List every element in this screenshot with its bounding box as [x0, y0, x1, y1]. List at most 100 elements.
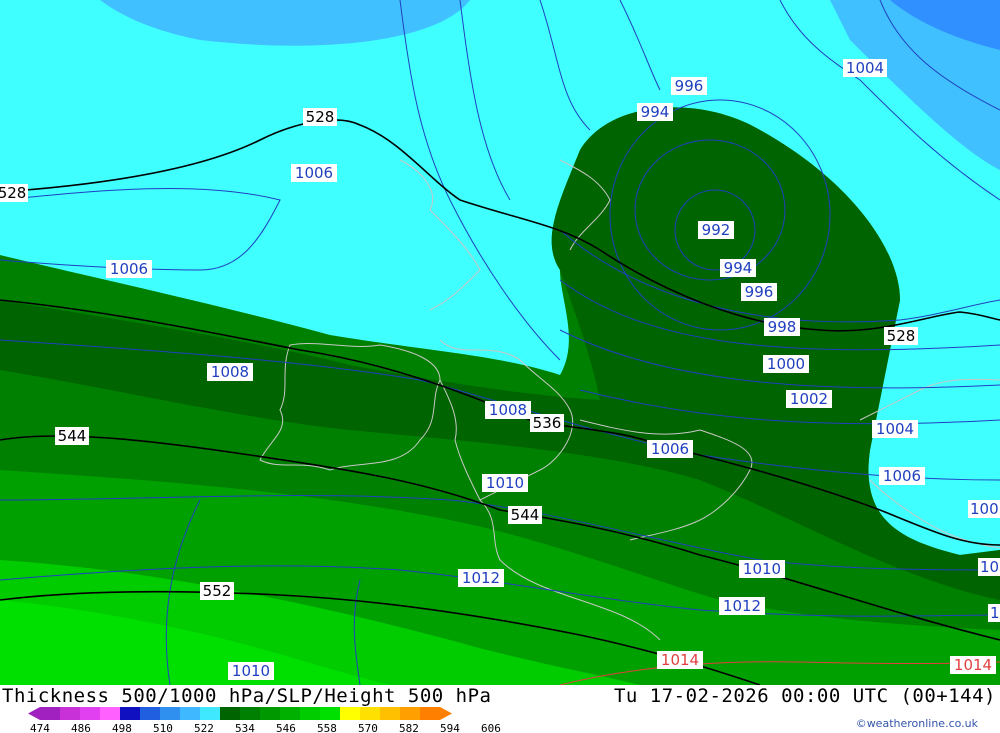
svg-text:544: 544 — [511, 506, 540, 524]
thickness-label: 552 — [200, 582, 234, 600]
slp-label: 1 — [988, 604, 1000, 622]
svg-text:544: 544 — [58, 427, 87, 445]
svg-text:996: 996 — [675, 77, 704, 95]
slp-label: 10 — [978, 558, 1000, 576]
legend-swatch — [360, 707, 380, 720]
weather-map: 528 528 528 536 544 544 552 1004 996 994… — [0, 0, 1000, 685]
legend-swatch — [100, 707, 120, 720]
legend-swatch — [220, 707, 240, 720]
legend-tick-label: 546 — [276, 722, 296, 733]
legend-tick-label: 570 — [358, 722, 378, 733]
svg-text:1004: 1004 — [846, 59, 884, 77]
legend-swatch — [40, 707, 60, 720]
svg-text:996: 996 — [745, 283, 774, 301]
legend-swatch — [400, 707, 420, 720]
legend-tick-label: 582 — [399, 722, 419, 733]
legend-swatch — [240, 707, 260, 720]
svg-text:992: 992 — [702, 221, 731, 239]
svg-text:1004: 1004 — [876, 420, 914, 438]
svg-text:528: 528 — [306, 108, 335, 126]
slp-label: 996 — [671, 77, 707, 95]
legend-swatch — [340, 707, 360, 720]
legend-tick-label: 498 — [112, 722, 132, 733]
legend-arrow-right — [440, 707, 452, 720]
legend-swatch — [200, 707, 220, 720]
legend-tick-label: 474 — [30, 722, 50, 733]
svg-text:1006: 1006 — [295, 164, 333, 182]
legend-swatch — [420, 707, 440, 720]
svg-text:1014: 1014 — [954, 656, 992, 674]
svg-text:1010: 1010 — [486, 474, 524, 492]
svg-text:100: 100 — [970, 500, 999, 518]
svg-text:1000: 1000 — [767, 355, 805, 373]
slp-label: 1006 — [879, 467, 925, 485]
slp-label: 1012 — [458, 569, 504, 587]
legend-swatch — [180, 707, 200, 720]
legend-tick-label: 534 — [235, 722, 255, 733]
slp-label: 1010 — [739, 560, 785, 578]
slp-label: 992 — [698, 221, 734, 239]
slp-label: 996 — [741, 283, 777, 301]
slp-label: 994 — [720, 259, 756, 277]
svg-text:1002: 1002 — [790, 390, 828, 408]
legend-swatch — [320, 707, 340, 720]
svg-text:994: 994 — [641, 103, 670, 121]
slp-label: 998 — [764, 318, 800, 336]
map-title: Thickness 500/1000 hPa/SLP/Height 500 hP… — [2, 685, 492, 707]
svg-text:1: 1 — [990, 604, 1000, 622]
slp-label: 1014 — [950, 656, 996, 674]
thickness-label: 544 — [55, 427, 89, 445]
thickness-label: 528 — [884, 327, 918, 345]
slp-label: 1014 — [657, 651, 703, 669]
slp-label: 1004 — [843, 59, 887, 77]
legend-tick-label: 510 — [153, 722, 173, 733]
slp-label: 1010 — [482, 474, 528, 492]
legend-swatch — [120, 707, 140, 720]
svg-text:1008: 1008 — [211, 363, 249, 381]
map-footer: Thickness 500/1000 hPa/SLP/Height 500 hP… — [0, 685, 1000, 733]
slp-label: 1006 — [647, 440, 693, 458]
slp-label: 1008 — [207, 363, 253, 381]
legend-tick-label: 594 — [440, 722, 460, 733]
thickness-label: 528 — [303, 108, 337, 126]
svg-text:552: 552 — [203, 582, 232, 600]
valid-time: Tu 17-02-2026 00:00 UTC (00+144) — [613, 685, 996, 707]
svg-text:1014: 1014 — [661, 651, 699, 669]
slp-label: 994 — [637, 103, 673, 121]
slp-label: 1006 — [291, 164, 337, 182]
svg-text:1006: 1006 — [651, 440, 689, 458]
legend-swatch — [300, 707, 320, 720]
svg-text:1012: 1012 — [723, 597, 761, 615]
legend-tick-label: 522 — [194, 722, 214, 733]
svg-text:1006: 1006 — [883, 467, 921, 485]
legend-tick-label: 558 — [317, 722, 337, 733]
color-legend: 474 486 498 510 522 534 546 558 570 582 594 606 — [28, 707, 501, 733]
slp-label: 1012 — [719, 597, 765, 615]
thickness-label: 528 — [0, 184, 28, 202]
legend-swatch — [260, 707, 280, 720]
svg-text:1012: 1012 — [462, 569, 500, 587]
svg-text:1008: 1008 — [489, 401, 527, 419]
thickness-label: 544 — [508, 506, 542, 524]
slp-label: 1006 — [106, 260, 152, 278]
slp-label: 1000 — [763, 355, 809, 373]
svg-text:1010: 1010 — [232, 662, 270, 680]
slp-label: 1002 — [786, 390, 832, 408]
thickness-label: 536 — [530, 414, 564, 432]
legend-arrow-left — [28, 707, 40, 720]
svg-text:528: 528 — [0, 184, 26, 202]
svg-text:998: 998 — [768, 318, 797, 336]
svg-text:994: 994 — [724, 259, 753, 277]
svg-text:1010: 1010 — [743, 560, 781, 578]
legend-swatch — [80, 707, 100, 720]
legend-tick-label: 486 — [71, 722, 91, 733]
credit-text: ©weatheronline.co.uk — [855, 717, 978, 730]
legend-swatch — [140, 707, 160, 720]
svg-text:1006: 1006 — [110, 260, 148, 278]
svg-text:10: 10 — [980, 558, 999, 576]
legend-swatch — [60, 707, 80, 720]
slp-label: 1004 — [872, 420, 918, 438]
legend-swatch — [380, 707, 400, 720]
legend-tick-label: 606 — [481, 722, 501, 733]
legend-swatch — [280, 707, 300, 720]
